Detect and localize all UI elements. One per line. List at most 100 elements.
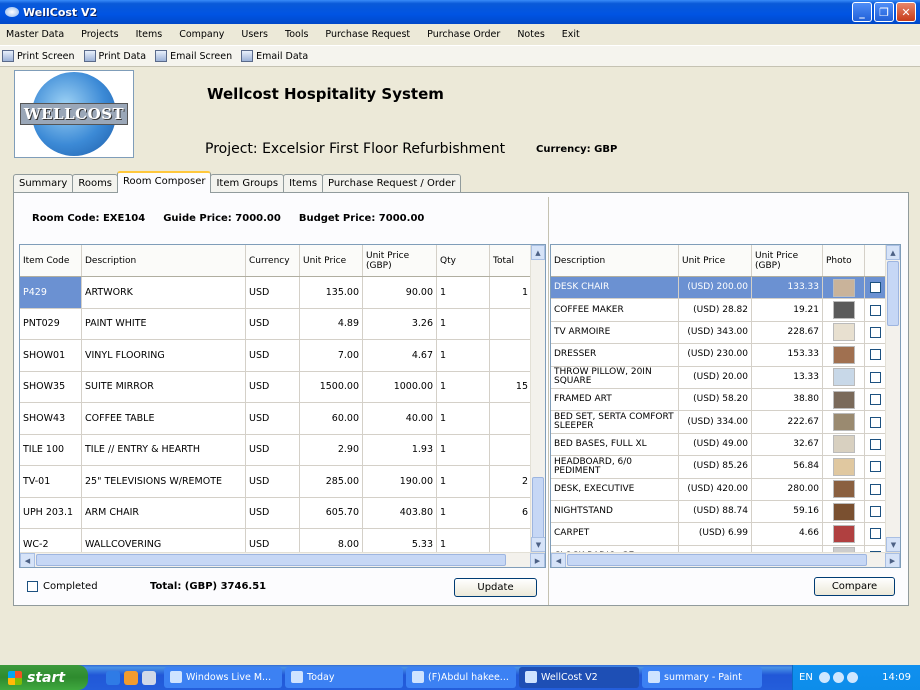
table-row[interactable]: HEADBOARD, 6/0 PEDIMENT (USD) 85.26 56.84 bbox=[551, 456, 900, 479]
cell-unit-price-gbp[interactable]: 13.33 bbox=[752, 366, 823, 388]
select-checkbox[interactable] bbox=[869, 349, 881, 361]
cell-unit-price[interactable]: (USD) 49.00 bbox=[679, 433, 752, 456]
room-items-grid[interactable]: Item Code Description Currency Unit Pric… bbox=[19, 244, 546, 568]
language-indicator[interactable]: EN bbox=[799, 672, 813, 683]
cell-description[interactable]: TV ARMOIRE bbox=[551, 321, 679, 344]
select-checkbox[interactable] bbox=[869, 326, 881, 338]
table-row[interactable]: SHOW43 COFFEE TABLE USD 60.00 40.00 1 bbox=[20, 403, 545, 435]
tray-icon[interactable] bbox=[818, 672, 830, 683]
cell-unit-price-gbp[interactable]: 32.67 bbox=[752, 433, 823, 456]
task-today[interactable]: Today bbox=[285, 667, 403, 688]
task-paint[interactable]: summary - Paint bbox=[642, 667, 762, 688]
ie-icon[interactable] bbox=[106, 670, 120, 685]
menu-projects[interactable]: Projects bbox=[81, 29, 118, 40]
vertical-scrollbar[interactable]: ▲ ▼ bbox=[530, 245, 545, 552]
cell-description[interactable]: FRAMED ART bbox=[551, 388, 679, 411]
cell-description[interactable]: PAINT WHITE bbox=[82, 308, 246, 339]
tab-items[interactable]: Items bbox=[283, 174, 324, 193]
col-item-code[interactable]: Item Code bbox=[20, 245, 82, 276]
cell-total[interactable]: 2 bbox=[490, 466, 532, 497]
select-checkbox[interactable] bbox=[869, 416, 881, 428]
cell-unit-price-gbp[interactable]: 56.84 bbox=[752, 456, 823, 478]
table-row[interactable]: P429 ARTWORK USD 135.00 90.00 1 1 bbox=[20, 277, 545, 309]
checkbox[interactable] bbox=[27, 581, 38, 592]
cell-unit-price-gbp[interactable]: 3.26 bbox=[363, 308, 437, 339]
menu-master-data[interactable]: Master Data bbox=[6, 29, 64, 40]
print-screen-button[interactable]: Print Screen bbox=[2, 50, 75, 62]
table-row[interactable]: DESK CHAIR (USD) 200.00 133.33 bbox=[551, 277, 900, 300]
cell-unit-price-gbp[interactable]: 222.67 bbox=[752, 411, 823, 433]
cell-description[interactable]: NIGHTSTAND bbox=[551, 500, 679, 523]
cell-description[interactable]: HEADBOARD, 6/0 PEDIMENT bbox=[551, 456, 679, 478]
menu-company[interactable]: Company bbox=[179, 29, 224, 40]
table-row[interactable]: BED SET, SERTA COMFORT SLEEPER (USD) 334.… bbox=[551, 411, 900, 434]
update-button[interactable]: Update bbox=[454, 578, 537, 597]
cell-currency[interactable]: USD bbox=[246, 371, 300, 402]
cell-unit-price-gbp[interactable]: 133.33 bbox=[752, 277, 823, 299]
table-row[interactable]: SHOW01 VINYL FLOORING USD 7.00 4.67 1 bbox=[20, 340, 545, 372]
cell-item-code[interactable]: TILE 100 bbox=[20, 434, 82, 465]
scroll-up-arrow[interactable]: ▲ bbox=[531, 245, 545, 260]
cell-unit-price-gbp[interactable]: 228.67 bbox=[752, 321, 823, 344]
cell-currency[interactable]: USD bbox=[246, 466, 300, 497]
cell-qty[interactable]: 1 bbox=[437, 403, 490, 434]
table-row[interactable]: DRESSER (USD) 230.00 153.33 bbox=[551, 344, 900, 367]
cell-unit-price[interactable]: (USD) 20.00 bbox=[679, 366, 752, 388]
cell-unit-price[interactable]: 1500.00 bbox=[300, 371, 363, 402]
restore-button[interactable]: ❐ bbox=[874, 2, 894, 22]
cell-unit-price[interactable]: 60.00 bbox=[300, 403, 363, 434]
cell-unit-price[interactable]: 605.70 bbox=[300, 497, 363, 528]
menu-purchase-request[interactable]: Purchase Request bbox=[325, 29, 410, 40]
cell-description[interactable]: ARM CHAIR bbox=[82, 497, 246, 528]
cell-description[interactable]: VINYL FLOORING bbox=[82, 340, 246, 371]
select-checkbox[interactable] bbox=[869, 506, 881, 518]
tab-room-composer[interactable]: Room Composer bbox=[117, 171, 212, 193]
cell-currency[interactable]: USD bbox=[246, 497, 300, 528]
menu-items[interactable]: Items bbox=[136, 29, 163, 40]
scroll-down-arrow[interactable]: ▼ bbox=[531, 537, 545, 552]
minimize-button[interactable]: _ bbox=[852, 2, 872, 22]
select-checkbox[interactable] bbox=[869, 282, 881, 294]
cell-total[interactable] bbox=[490, 403, 532, 434]
cell-unit-price[interactable]: 4.89 bbox=[300, 308, 363, 339]
scroll-thumb[interactable] bbox=[567, 554, 867, 566]
table-row[interactable]: DESK, EXECUTIVE (USD) 420.00 280.00 bbox=[551, 478, 900, 501]
cell-unit-price-gbp[interactable]: 1000.00 bbox=[363, 371, 437, 402]
print-data-button[interactable]: Print Data bbox=[83, 50, 146, 62]
menu-exit[interactable]: Exit bbox=[562, 29, 580, 40]
cell-total[interactable]: 6 bbox=[490, 497, 532, 528]
cell-description[interactable]: CARPET bbox=[551, 523, 679, 545]
col-unit-price[interactable]: Unit Price bbox=[300, 245, 363, 276]
table-row[interactable]: COFFEE MAKER (USD) 28.82 19.21 bbox=[551, 299, 900, 322]
task-wellcost[interactable]: WellCost V2 bbox=[519, 667, 639, 688]
col-total[interactable]: Total bbox=[490, 245, 532, 276]
cell-unit-price-gbp[interactable]: 40.00 bbox=[363, 403, 437, 434]
menu-notes[interactable]: Notes bbox=[517, 29, 544, 40]
cell-qty[interactable]: 1 bbox=[437, 340, 490, 371]
cell-unit-price[interactable]: 135.00 bbox=[300, 277, 363, 308]
vertical-scrollbar[interactable]: ▲ ▼ bbox=[885, 245, 900, 552]
cell-unit-price[interactable]: 285.00 bbox=[300, 466, 363, 497]
select-checkbox[interactable] bbox=[869, 371, 881, 383]
cell-total[interactable]: 1 bbox=[490, 277, 532, 308]
scroll-thumb[interactable] bbox=[36, 554, 506, 566]
cell-total[interactable] bbox=[490, 308, 532, 339]
horizontal-scrollbar[interactable]: ◀ ▶ bbox=[20, 552, 545, 567]
cell-qty[interactable]: 1 bbox=[437, 434, 490, 465]
scroll-down-arrow[interactable]: ▼ bbox=[886, 537, 900, 552]
cell-currency[interactable]: USD bbox=[246, 434, 300, 465]
menu-users[interactable]: Users bbox=[241, 29, 268, 40]
cell-unit-price[interactable]: (USD) 58.20 bbox=[679, 388, 752, 411]
scroll-right-arrow[interactable]: ▶ bbox=[530, 553, 545, 567]
cell-item-code[interactable]: UPH 203.1 bbox=[20, 497, 82, 528]
cell-unit-price-gbp[interactable]: 38.80 bbox=[752, 388, 823, 411]
cell-qty[interactable]: 1 bbox=[437, 466, 490, 497]
completed-checkbox[interactable]: Completed bbox=[27, 581, 98, 592]
cell-unit-price[interactable]: (USD) 334.00 bbox=[679, 411, 752, 433]
table-row[interactable]: PNT029 PAINT WHITE USD 4.89 3.26 1 bbox=[20, 308, 545, 340]
col-currency[interactable]: Currency bbox=[246, 245, 300, 276]
tab-item-groups[interactable]: Item Groups bbox=[210, 174, 285, 193]
table-row[interactable]: FRAMED ART (USD) 58.20 38.80 bbox=[551, 388, 900, 412]
table-row[interactable]: TILE 100 TILE // ENTRY & HEARTH USD 2.90 1.9… bbox=[20, 434, 545, 466]
start-button[interactable]: start bbox=[0, 665, 88, 690]
